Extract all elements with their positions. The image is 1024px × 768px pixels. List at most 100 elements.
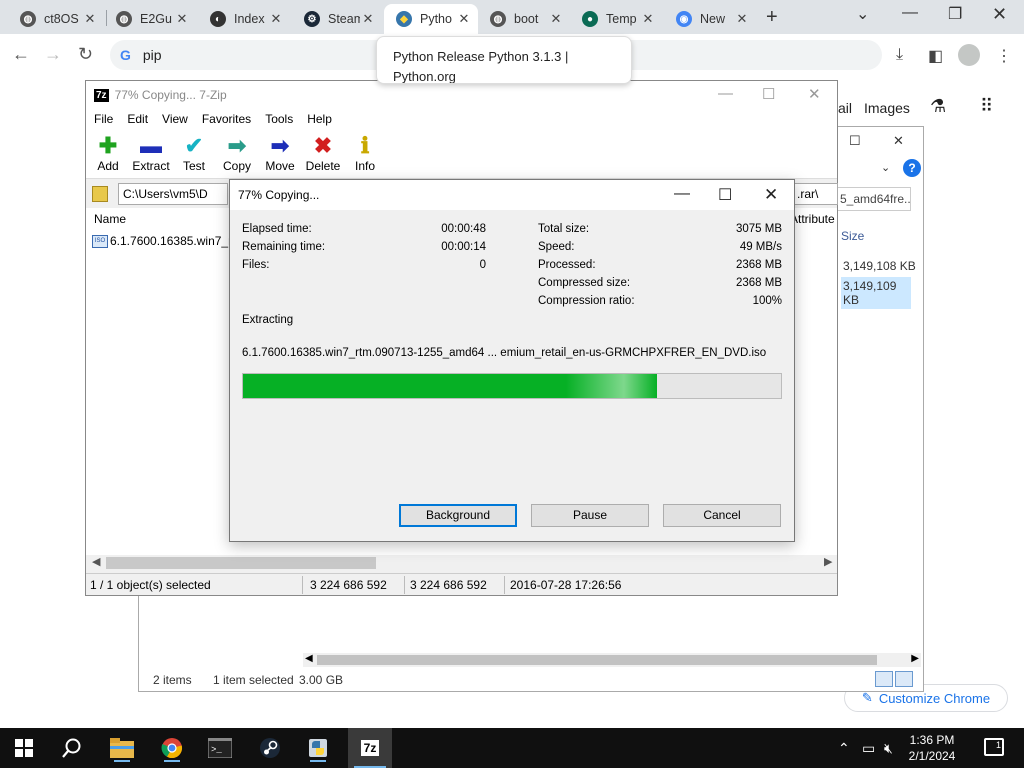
tab-boot[interactable]: ◍ boot ✕	[478, 4, 570, 34]
explorer-horizontal-scrollbar[interactable]: ◀ ▶	[303, 653, 921, 667]
taskbar-clock[interactable]: 1:36 PM 2/1/2024	[904, 732, 960, 764]
maximize-icon[interactable]: ☐	[718, 185, 732, 205]
tab-hover-tooltip: Python Release Python 3.1.3 | Python.org	[376, 36, 632, 84]
scrollbar-thumb[interactable]	[106, 557, 376, 569]
reload-icon[interactable]: ↻	[78, 44, 93, 65]
scroll-right-icon[interactable]: ▶	[824, 555, 832, 568]
close-icon[interactable]: ✕	[640, 11, 656, 27]
column-attribute-header[interactable]: Attribute	[790, 212, 835, 226]
maximize-icon[interactable]: ☐	[762, 85, 775, 103]
new-tab-icon[interactable]: +	[766, 6, 778, 29]
close-icon[interactable]: ✕	[548, 11, 564, 27]
list-item[interactable]: ISO 6.1.7600.16385.win7_rtm	[92, 234, 245, 248]
scrollbar-thumb[interactable]	[317, 655, 877, 665]
volume-muted-icon[interactable]: 🔇︎	[884, 740, 893, 757]
tab-e2gu[interactable]: ◍ E2Gu ✕	[104, 4, 196, 34]
files-label: Files:	[242, 259, 270, 271]
path-dropdown[interactable]: .rar\	[792, 183, 838, 205]
folder-up-icon[interactable]	[92, 186, 108, 202]
minimize-icon[interactable]: —	[902, 4, 918, 22]
download-icon[interactable]: ⤓	[896, 46, 903, 64]
scroll-left-icon[interactable]: ◀	[92, 555, 100, 568]
python-icon[interactable]	[304, 734, 332, 762]
google-icon: G	[120, 47, 131, 63]
close-icon[interactable]: ✕	[893, 133, 904, 149]
steam-icon[interactable]	[256, 734, 284, 762]
current-file-label: 6.1.7600.16385.win7_rtm.090713-1255_amd6…	[242, 347, 767, 359]
scroll-right-icon[interactable]: ▶	[911, 653, 919, 664]
tiles-view-icon[interactable]	[895, 671, 913, 687]
forward-icon[interactable]: →	[44, 44, 62, 65]
remaining-time-label: Remaining time:	[242, 241, 326, 253]
tab-search-icon[interactable]: ⌄	[856, 4, 869, 24]
chrome-icon[interactable]	[158, 734, 186, 762]
column-name-header[interactable]: Name	[94, 212, 126, 226]
minimize-icon[interactable]: —	[674, 185, 690, 203]
close-icon[interactable]: ✕	[360, 11, 376, 27]
cancel-button[interactable]: Cancel	[663, 504, 781, 527]
close-icon[interactable]: ✕	[82, 11, 98, 27]
files-value: 0	[479, 259, 486, 271]
windows-start-icon[interactable]	[10, 734, 38, 762]
extract-button[interactable]: ▬ Extract	[127, 133, 175, 173]
info-button[interactable]: ℹ Info	[341, 133, 389, 173]
add-button[interactable]: ✚ Add	[84, 133, 132, 173]
menu-help[interactable]: Help	[307, 112, 332, 126]
close-icon[interactable]: ✕	[764, 185, 778, 205]
help-icon[interactable]: ?	[903, 159, 921, 177]
terminal-icon[interactable]: >_	[206, 734, 234, 762]
delete-button[interactable]: ✖ Delete	[299, 133, 347, 173]
close-window-icon[interactable]: ✕	[992, 4, 1007, 25]
tab-python[interactable]: ◆ Pytho ✕	[384, 4, 478, 34]
tab-new[interactable]: ◉ New ✕	[664, 4, 756, 34]
apps-grid-icon[interactable]: ⠿	[980, 96, 993, 117]
images-link[interactable]: Images	[864, 100, 910, 116]
menu-favorites[interactable]: Favorites	[202, 112, 251, 126]
side-panel-icon[interactable]: ◧	[928, 46, 943, 66]
python-icon: ◆	[396, 11, 412, 27]
menu-tools[interactable]: Tools	[265, 112, 293, 126]
show-hidden-icons-icon[interactable]: ⌃	[838, 740, 850, 757]
menu-file[interactable]: File	[94, 112, 113, 126]
restore-icon[interactable]: ❐	[948, 4, 962, 24]
close-icon[interactable]: ✕	[808, 85, 821, 103]
close-icon[interactable]: ✕	[174, 11, 190, 27]
7zip-logo: 7z	[94, 88, 109, 102]
menu-kebab-icon[interactable]: ⋮	[996, 46, 1012, 66]
tab-index[interactable]: ◐ Index ✕	[198, 4, 290, 34]
menu-edit[interactable]: Edit	[127, 112, 148, 126]
pause-button[interactable]: Pause	[531, 504, 649, 527]
gmail-link[interactable]: ail	[838, 100, 852, 116]
column-size-header[interactable]: Size	[841, 229, 864, 243]
labs-icon[interactable]: ⚗	[930, 96, 946, 117]
view-toggle[interactable]	[875, 671, 915, 689]
test-button[interactable]: ✔ Test	[170, 133, 218, 173]
minimize-icon[interactable]: —	[718, 85, 733, 102]
profile-avatar[interactable]	[958, 44, 980, 66]
notification-center-icon[interactable]: 1	[984, 738, 1004, 756]
file-explorer-icon[interactable]	[108, 734, 136, 762]
menu-view[interactable]: View	[162, 112, 188, 126]
chevron-down-icon[interactable]: ⌄	[881, 161, 890, 174]
path-input[interactable]: C:\Users\vm5\D	[118, 183, 228, 205]
scroll-left-icon[interactable]: ◀	[305, 653, 313, 664]
back-icon[interactable]: ←	[12, 44, 30, 65]
tab-temp[interactable]: ● Temp ✕	[570, 4, 662, 34]
tab-ct8os[interactable]: ◍ ct8OS ✕	[8, 4, 104, 34]
maximize-icon[interactable]: ☐	[849, 133, 861, 149]
close-icon[interactable]: ✕	[734, 11, 750, 27]
close-icon[interactable]: ✕	[456, 11, 472, 27]
search-icon[interactable]	[58, 734, 86, 762]
speed-label: Speed:	[538, 241, 575, 253]
move-button[interactable]: ➡ Move	[256, 133, 304, 173]
7zip-horizontal-scrollbar[interactable]: ◀ ▶	[86, 555, 837, 571]
close-icon[interactable]: ✕	[268, 11, 284, 27]
details-view-icon[interactable]	[875, 671, 893, 687]
background-button[interactable]: Background	[399, 504, 517, 527]
explorer-address[interactable]: 5_amd64fre...	[835, 187, 911, 211]
tab-steam[interactable]: ⚙ Steam ✕	[292, 4, 382, 34]
copy-button[interactable]: ➡ Copy	[213, 133, 261, 173]
7zip-taskbar-icon[interactable]: 7z	[348, 728, 392, 768]
progress-bar-fill	[243, 374, 658, 398]
network-icon[interactable]: ▭	[862, 740, 875, 757]
